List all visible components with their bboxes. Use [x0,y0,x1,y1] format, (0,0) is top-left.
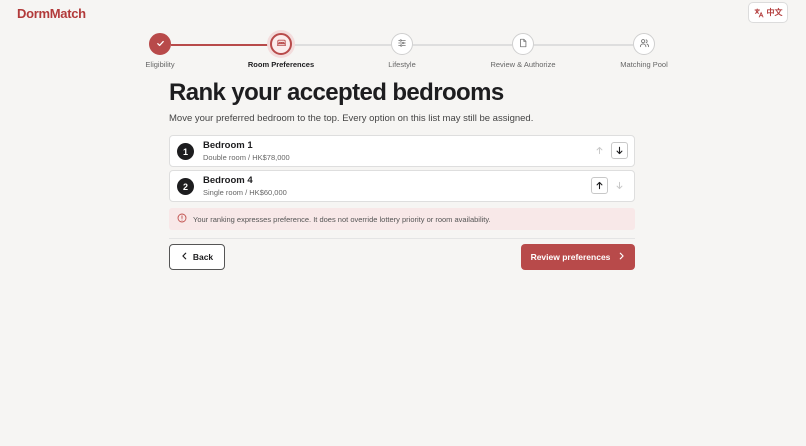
review-label: Review preferences [530,252,611,262]
bed-icon [276,35,287,53]
arrow-down-icon [615,142,624,160]
page-title: Rank your accepted bedrooms [169,79,504,106]
step-circle [270,33,292,55]
rank-badge: 1 [177,143,194,160]
chevron-left-icon [181,252,188,262]
step-label: Room Preferences [247,60,315,69]
step-label: Lifestyle [388,60,416,69]
move-down-button[interactable] [611,142,628,159]
review-preferences-button[interactable]: Review preferences [521,244,635,270]
move-up-button[interactable] [591,177,608,194]
arrow-down-icon [615,177,624,195]
move-down-button[interactable] [611,177,628,194]
move-up-button[interactable] [591,142,608,159]
notice-text: Your ranking expresses preference. It do… [193,214,491,224]
room-rank-card: 2 Bedroom 4 Single room / HK$60,000 [169,170,635,202]
step-room-preferences[interactable]: Room Preferences [221,33,341,69]
step-circle [512,33,534,55]
rank-badge: 2 [177,178,194,195]
back-button[interactable]: Back [169,244,225,270]
step-label: Eligibility [145,60,175,69]
room-name: Bedroom 1 [203,140,253,151]
divider [169,238,635,239]
room-detail: Single room / HK$60,000 [203,188,287,197]
back-label: Back [192,252,214,262]
room-name: Bedroom 4 [203,175,253,186]
info-icon [177,213,187,225]
chevron-right-icon [618,252,625,262]
document-icon [518,35,528,53]
page-subtitle: Move your preferred bedroom to the top. … [169,113,534,124]
arrow-up-icon [595,142,604,160]
arrow-up-icon [595,177,604,195]
step-label: Matching Pool [620,60,668,69]
step-eligibility[interactable]: Eligibility [100,33,220,69]
room-rank-card: 1 Bedroom 1 Double room / HK$78,000 [169,135,635,167]
step-circle [391,33,413,55]
check-icon [156,35,165,53]
step-lifestyle[interactable]: Lifestyle [342,33,462,69]
step-review-authorize[interactable]: Review & Authorize [463,33,583,69]
step-matching-pool[interactable]: Matching Pool [584,33,704,69]
ranking-notice: Your ranking expresses preference. It do… [169,208,635,230]
step-label: Review & Authorize [490,60,556,69]
room-detail: Double room / HK$78,000 [203,153,290,162]
users-icon [639,35,650,53]
sliders-icon [397,35,407,53]
step-circle [149,33,171,55]
progress-stepper: Eligibility Room Preferences Lifestyle R… [0,0,806,70]
step-circle [633,33,655,55]
